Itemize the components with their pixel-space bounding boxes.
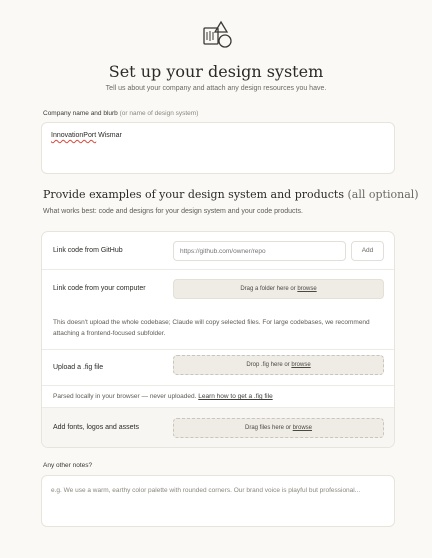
assets-row: Add fonts, logos and assets Drag files h…	[42, 408, 394, 447]
folder-dropzone-text: Drag a folder here or	[240, 286, 298, 292]
folder-dropzone[interactable]: Drag a folder here or browse	[173, 279, 384, 299]
fig-dropzone-text: Drop .fig here or	[246, 362, 292, 368]
examples-heading-optional: (all optional)	[347, 188, 419, 201]
github-row-label: Link code from GitHub	[53, 247, 123, 254]
design-sources-card: Link code from GitHub Add Link code from…	[41, 231, 395, 448]
fig-row: Upload a .fig file Drop .fig here or bro…	[42, 350, 394, 386]
company-blurb-textarea[interactable]: InnovationPort Wismar	[41, 122, 395, 174]
page-title: Set up your design system	[108, 62, 324, 81]
fig-learn-link[interactable]: Learn how to get a .fig file	[198, 393, 272, 400]
github-url-input[interactable]	[173, 241, 346, 261]
github-row: Link code from GitHub Add	[42, 232, 394, 270]
page-subtitle: Tell us about your company and attach an…	[105, 85, 327, 92]
assets-dropzone[interactable]: Drag files here or browse	[173, 418, 384, 438]
computer-row-label: Link code from your computer	[53, 285, 146, 292]
fig-note-text: Parsed locally in your browser — never u…	[53, 393, 199, 400]
assets-row-label: Add fonts, logos and assets	[53, 424, 139, 431]
fig-dropzone[interactable]: Drop .fig here or browse	[173, 355, 384, 375]
examples-heading: Provide examples of your design system a…	[43, 188, 419, 201]
company-label-hint: (or name of design system)	[119, 110, 199, 117]
fig-note: Parsed locally in your browser — never u…	[53, 391, 383, 402]
company-name-rest: Wismar	[96, 132, 122, 139]
examples-subheading: What works best: code and designs for yo…	[43, 208, 303, 215]
github-add-button[interactable]: Add	[351, 241, 384, 261]
notes-field-label: Any other notes?	[43, 462, 93, 469]
fig-row-label: Upload a .fig file	[53, 364, 104, 371]
company-field-label: Company name and blurb (or name of desig…	[43, 110, 198, 117]
computer-row: Link code from your computer Drag a fold…	[42, 270, 394, 350]
company-name-word: InnovationPort	[51, 132, 97, 139]
folder-browse-link[interactable]: browse	[297, 286, 316, 292]
assets-dropzone-text: Drag files here or	[244, 425, 293, 431]
computer-note: This doesn't upload the whole codebase; …	[53, 319, 370, 337]
fig-browse-link[interactable]: browse	[291, 362, 310, 368]
design-system-shapes-icon	[203, 20, 232, 48]
company-label-text: Company name and blurb	[43, 110, 118, 117]
assets-browse-link[interactable]: browse	[293, 425, 312, 431]
examples-heading-text: Provide examples of your design system a…	[43, 188, 344, 201]
notes-textarea[interactable]: e.g. We use a warm, earthy color palette…	[41, 475, 395, 527]
fig-note-row: Parsed locally in your browser — never u…	[42, 386, 394, 408]
